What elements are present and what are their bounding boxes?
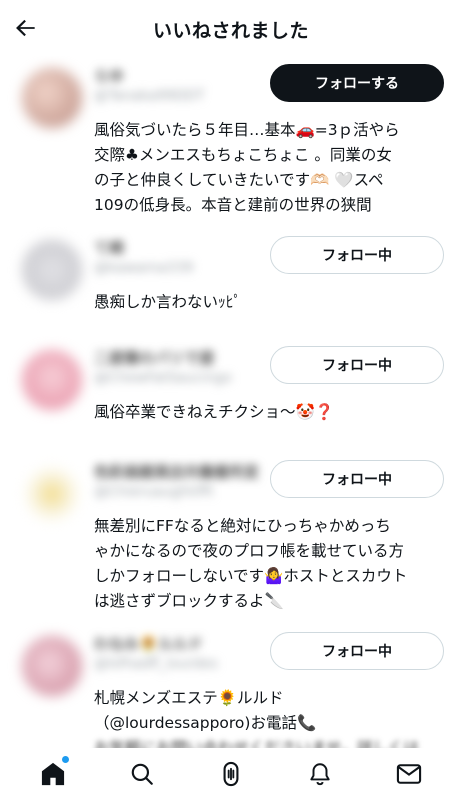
app: いいねされました らゆ @Tanaka99DDT フォローする 風俗気づいたら５…	[0, 0, 462, 800]
bio-line: 無差別にFFなると絶対にひっちゃかめっち	[94, 517, 391, 535]
nav-messages[interactable]	[385, 750, 433, 798]
follow-button[interactable]: フォローする	[270, 64, 444, 102]
user-handle: @ChewFatSaucingo	[94, 370, 232, 386]
header: いいねされました	[0, 0, 462, 56]
bio-line: 109の低身長。本音と建前の世界の狭間	[94, 196, 372, 214]
back-button[interactable]	[10, 12, 42, 44]
liked-by-list: らゆ @Tanaka99DDT フォローする 風俗気づいたら５年目…基本🚗=3ｐ…	[0, 56, 462, 748]
following-button[interactable]: フォロー中	[270, 346, 444, 384]
following-button[interactable]: フォロー中	[270, 632, 444, 670]
bio-line: （@lourdessapporo)お電話📞	[94, 714, 317, 732]
avatar[interactable]	[22, 240, 82, 300]
user-row[interactable]: て崎 @kawama339 フォロー中 愚痴しか言わないｯﾋﾟ	[0, 228, 462, 338]
bio-line: ゃかになるので夜のプロフ帳を載せている方	[94, 542, 405, 560]
page-title: いいねされました	[152, 19, 309, 42]
user-handle: @Tanaka99DDT	[94, 88, 205, 104]
avatar[interactable]	[22, 464, 82, 524]
arrow-left-icon	[16, 19, 35, 37]
user-handle: @kawama339	[94, 260, 194, 276]
bio-line: は逃さずブロックするよ🔪	[94, 592, 284, 610]
notification-dot	[61, 756, 69, 763]
home-icon	[41, 762, 64, 786]
bell-icon	[310, 763, 330, 786]
user-row[interactable]: 色彩画雑貨店共働番所変 @Chieruaughtifft フォロー中 無差別にF…	[0, 452, 462, 624]
user-bio: 風俗卒業できねえチクショ〜🤡❓	[94, 400, 444, 425]
user-row[interactable]: らゆ @Tanaka99DDT フォローする 風俗気づいたら５年目…基本🚗=3ｐ…	[0, 56, 462, 228]
avatar[interactable]	[22, 350, 82, 410]
bio-line: お気軽にお問い合わせくださいませ。詳しくは	[94, 739, 420, 748]
nav-spaces[interactable]	[207, 750, 255, 798]
envelope-icon	[397, 764, 422, 784]
user-bio: 風俗気づいたら５年目…基本🚗=3ｐ活やら 交際♣メンエスもちょこちょこ 。同業の…	[94, 118, 444, 218]
user-row[interactable]: わなみ🌻ルルド @lsfhadfl_lourdes フォロー中 札幌メンズエステ…	[0, 624, 462, 748]
bio-line: しかフォローしないです🤷‍♀️ホストとスカウト	[94, 567, 408, 585]
search-icon	[131, 763, 153, 785]
user-display-name[interactable]: て崎	[94, 238, 264, 258]
user-display-name[interactable]: 二度寝のバリで遊	[94, 348, 264, 368]
nav-notifications[interactable]	[296, 750, 344, 798]
spaces-icon	[223, 761, 239, 787]
avatar[interactable]	[22, 68, 82, 128]
user-handle: @lsfhadfl_lourdes	[94, 656, 218, 672]
bio-line: 風俗卒業できねえチクショ〜🤡❓	[94, 403, 335, 421]
bio-line: の子と仲良くしていきたいです🫶🏻 🤍スペ	[94, 171, 384, 189]
nav-home[interactable]	[29, 750, 77, 798]
bio-line: 札幌メンズエステ🌻ルルド	[94, 689, 284, 707]
user-bio: 愚痴しか言わないｯﾋﾟ	[94, 290, 444, 315]
bottom-nav	[0, 748, 462, 800]
bio-line: 交際♣メンエスもちょこちょこ 。同業の女	[94, 146, 392, 164]
user-display-name[interactable]: らゆ	[94, 66, 264, 86]
nav-search[interactable]	[118, 750, 166, 798]
bio-line: 愚痴しか言わないｯﾋﾟ	[94, 293, 242, 311]
bio-line: 風俗気づいたら５年目…基本🚗=3ｐ活やら	[94, 121, 400, 139]
user-bio: 無差別にFFなると絶対にひっちゃかめっち ゃかになるので夜のプロフ帳を載せている…	[94, 514, 444, 614]
user-display-name[interactable]: 色彩画雑貨店共働番所変	[94, 462, 264, 482]
avatar[interactable]	[22, 636, 82, 696]
user-display-name[interactable]: わなみ🌻ルルド	[94, 634, 264, 654]
user-handle: @Chieruaughtifft	[94, 484, 214, 500]
user-bio: 札幌メンズエステ🌻ルルド （@lourdessapporo)お電話📞 お気軽にお…	[94, 686, 444, 748]
following-button[interactable]: フォロー中	[270, 236, 444, 274]
user-row[interactable]: 二度寝のバリで遊 @ChewFatSaucingo フォロー中 風俗卒業できねえ…	[0, 338, 462, 452]
following-button[interactable]: フォロー中	[270, 460, 444, 498]
